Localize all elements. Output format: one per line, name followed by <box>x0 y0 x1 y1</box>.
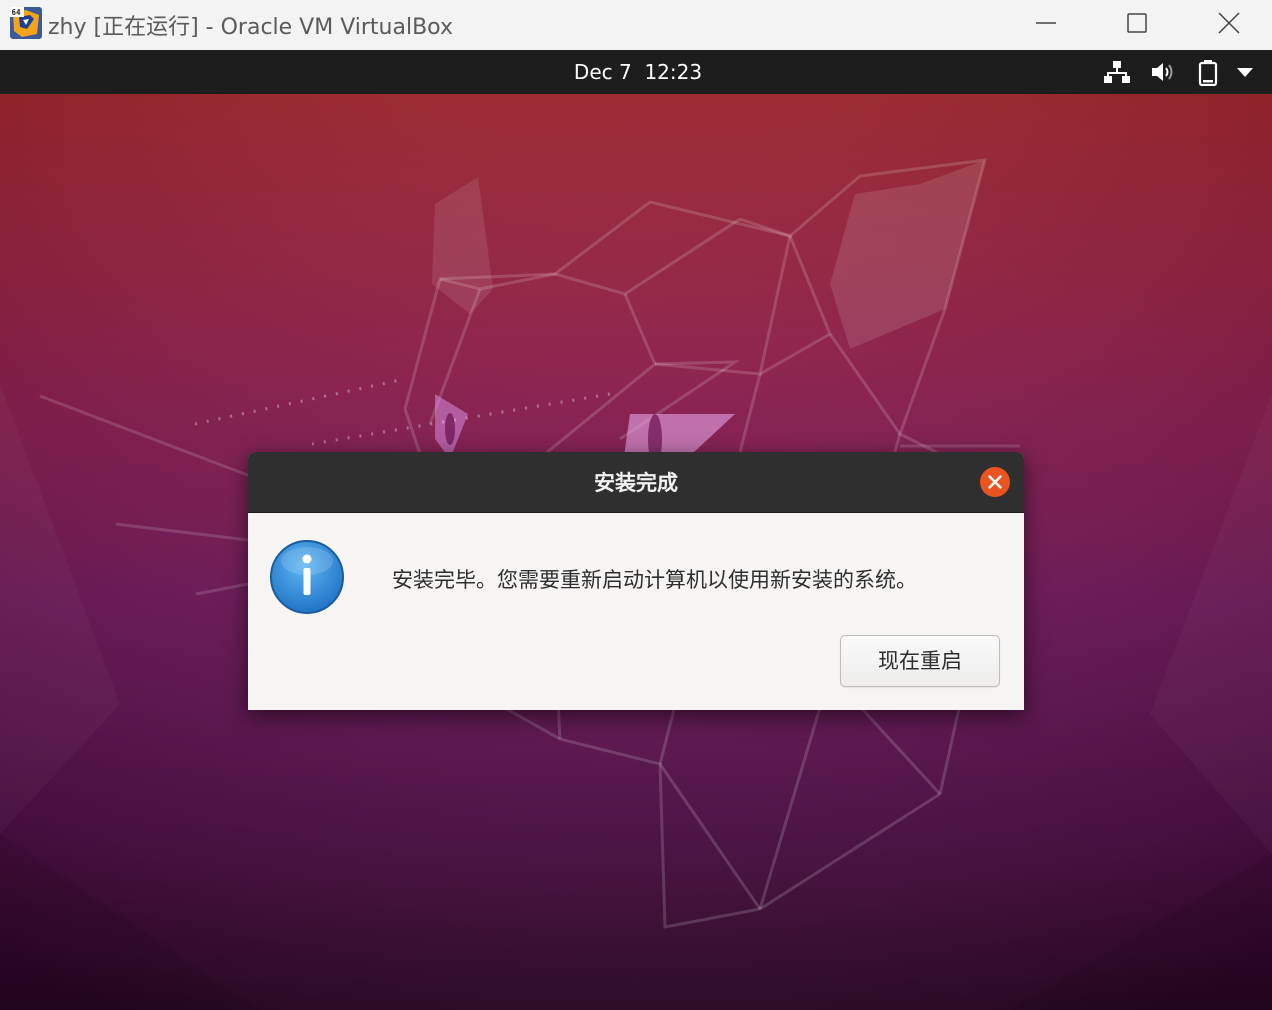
maximize-icon <box>1127 13 1147 33</box>
install-complete-dialog: 安装完成 安装完毕。您需要重新启动计算机以使用新安装的系统。 现在重启 <box>248 452 1024 710</box>
dialog-close-button[interactable] <box>980 467 1010 497</box>
volume-icon[interactable] <box>1150 60 1178 84</box>
close-icon <box>1218 12 1240 34</box>
clock-button[interactable]: Dec 7 12:23 <box>574 60 702 84</box>
window-title: zhy [正在运行] - Oracle VM VirtualBox <box>48 15 453 40</box>
guest-screen: Dec 7 12:23 安装完成 安装完毕。您需要重新启动计算机以使用新安装的系… <box>0 50 1272 1010</box>
minimize-button[interactable] <box>1000 0 1092 46</box>
clock-date: Dec 7 <box>573 60 632 84</box>
battery-icon[interactable] <box>1198 60 1218 86</box>
restart-now-button[interactable]: 现在重启 <box>840 635 1000 687</box>
virtualbox-window: 64 zhy [正在运行] - Oracle VM VirtualBox Dec… <box>0 0 1272 1010</box>
dialog-title-text: 安装完成 <box>594 471 678 495</box>
host-title-bar[interactable]: 64 zhy [正在运行] - Oracle VM VirtualBox <box>0 0 1272 50</box>
info-icon <box>270 540 344 614</box>
top-panel: Dec 7 12:23 <box>0 50 1272 94</box>
close-button[interactable] <box>1183 0 1272 46</box>
app-icon-badge: 64 <box>12 8 22 17</box>
virtualbox-icon: 64 <box>10 7 42 39</box>
network-icon[interactable] <box>1104 60 1130 84</box>
dialog-message: 安装完毕。您需要重新启动计算机以使用新安装的系统。 <box>392 568 917 592</box>
minimize-icon <box>1036 22 1056 24</box>
clock-time: 12:23 <box>644 60 703 84</box>
system-menu-arrow-icon[interactable] <box>1236 67 1254 79</box>
clock: Dec 7 12:23 <box>0 50 1272 94</box>
maximize-button[interactable] <box>1091 0 1183 46</box>
dialog-close-icon <box>988 475 1002 489</box>
